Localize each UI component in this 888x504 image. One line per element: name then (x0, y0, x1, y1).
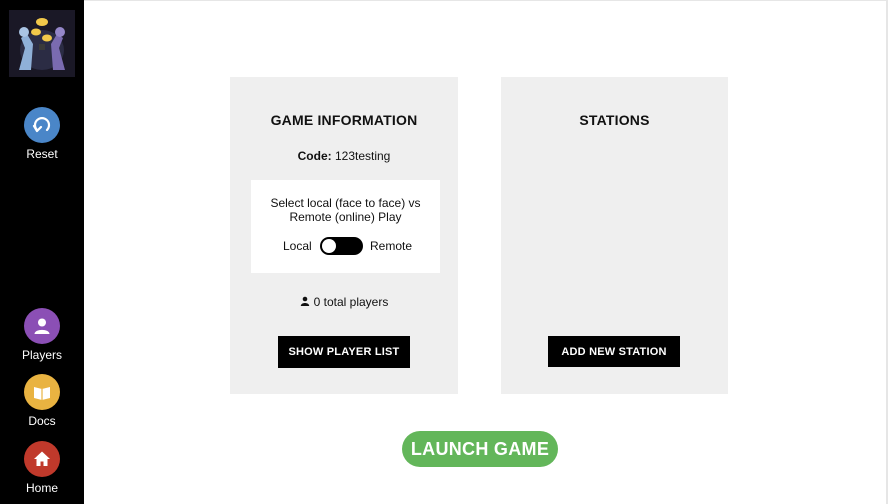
game-information-title: GAME INFORMATION (270, 112, 418, 128)
launch-game-button[interactable]: LAUNCH GAME (402, 431, 558, 467)
home-label: Home (25, 481, 58, 495)
docs-label: Docs (28, 414, 56, 428)
code-label: Code: (297, 149, 332, 163)
reset-icon (24, 107, 60, 143)
show-player-list-button[interactable]: SHOW PLAYER LIST (278, 336, 410, 368)
play-mode-toggle-row: Local Remote (251, 237, 440, 255)
sidebar: Reset Players Docs Home (0, 0, 84, 504)
toggle-knob (322, 239, 336, 253)
person-icon (300, 295, 310, 309)
stations-title: STATIONS (579, 112, 650, 128)
home-button[interactable]: Home (0, 441, 84, 495)
play-mode-toggle[interactable] (320, 237, 363, 255)
app-logo (9, 10, 75, 77)
docs-button[interactable]: Docs (0, 374, 84, 428)
total-players: 0 total players (230, 295, 458, 309)
reset-button[interactable]: Reset (0, 107, 84, 161)
game-information-panel: GAME INFORMATION Code: 123testing Select… (230, 77, 458, 394)
game-code: Code: 123testing (230, 149, 458, 163)
stations-panel: STATIONS ADD NEW STATION (501, 77, 728, 394)
code-value: 123testing (334, 149, 391, 163)
toggle-local-label: Local (283, 239, 312, 253)
add-new-station-button[interactable]: ADD NEW STATION (548, 336, 680, 367)
book-icon (24, 374, 60, 410)
reset-label: Reset (26, 147, 58, 161)
total-players-text: 0 total players (313, 295, 389, 309)
toggle-remote-label: Remote (370, 239, 413, 253)
players-label: Players (21, 348, 62, 362)
home-icon (24, 441, 60, 477)
person-icon (24, 308, 60, 344)
players-button[interactable]: Players (0, 308, 84, 362)
play-mode-box: Select local (face to face) vs Remote (o… (251, 180, 440, 273)
top-border (84, 0, 888, 1)
play-mode-description: Select local (face to face) vs Remote (o… (270, 196, 421, 224)
